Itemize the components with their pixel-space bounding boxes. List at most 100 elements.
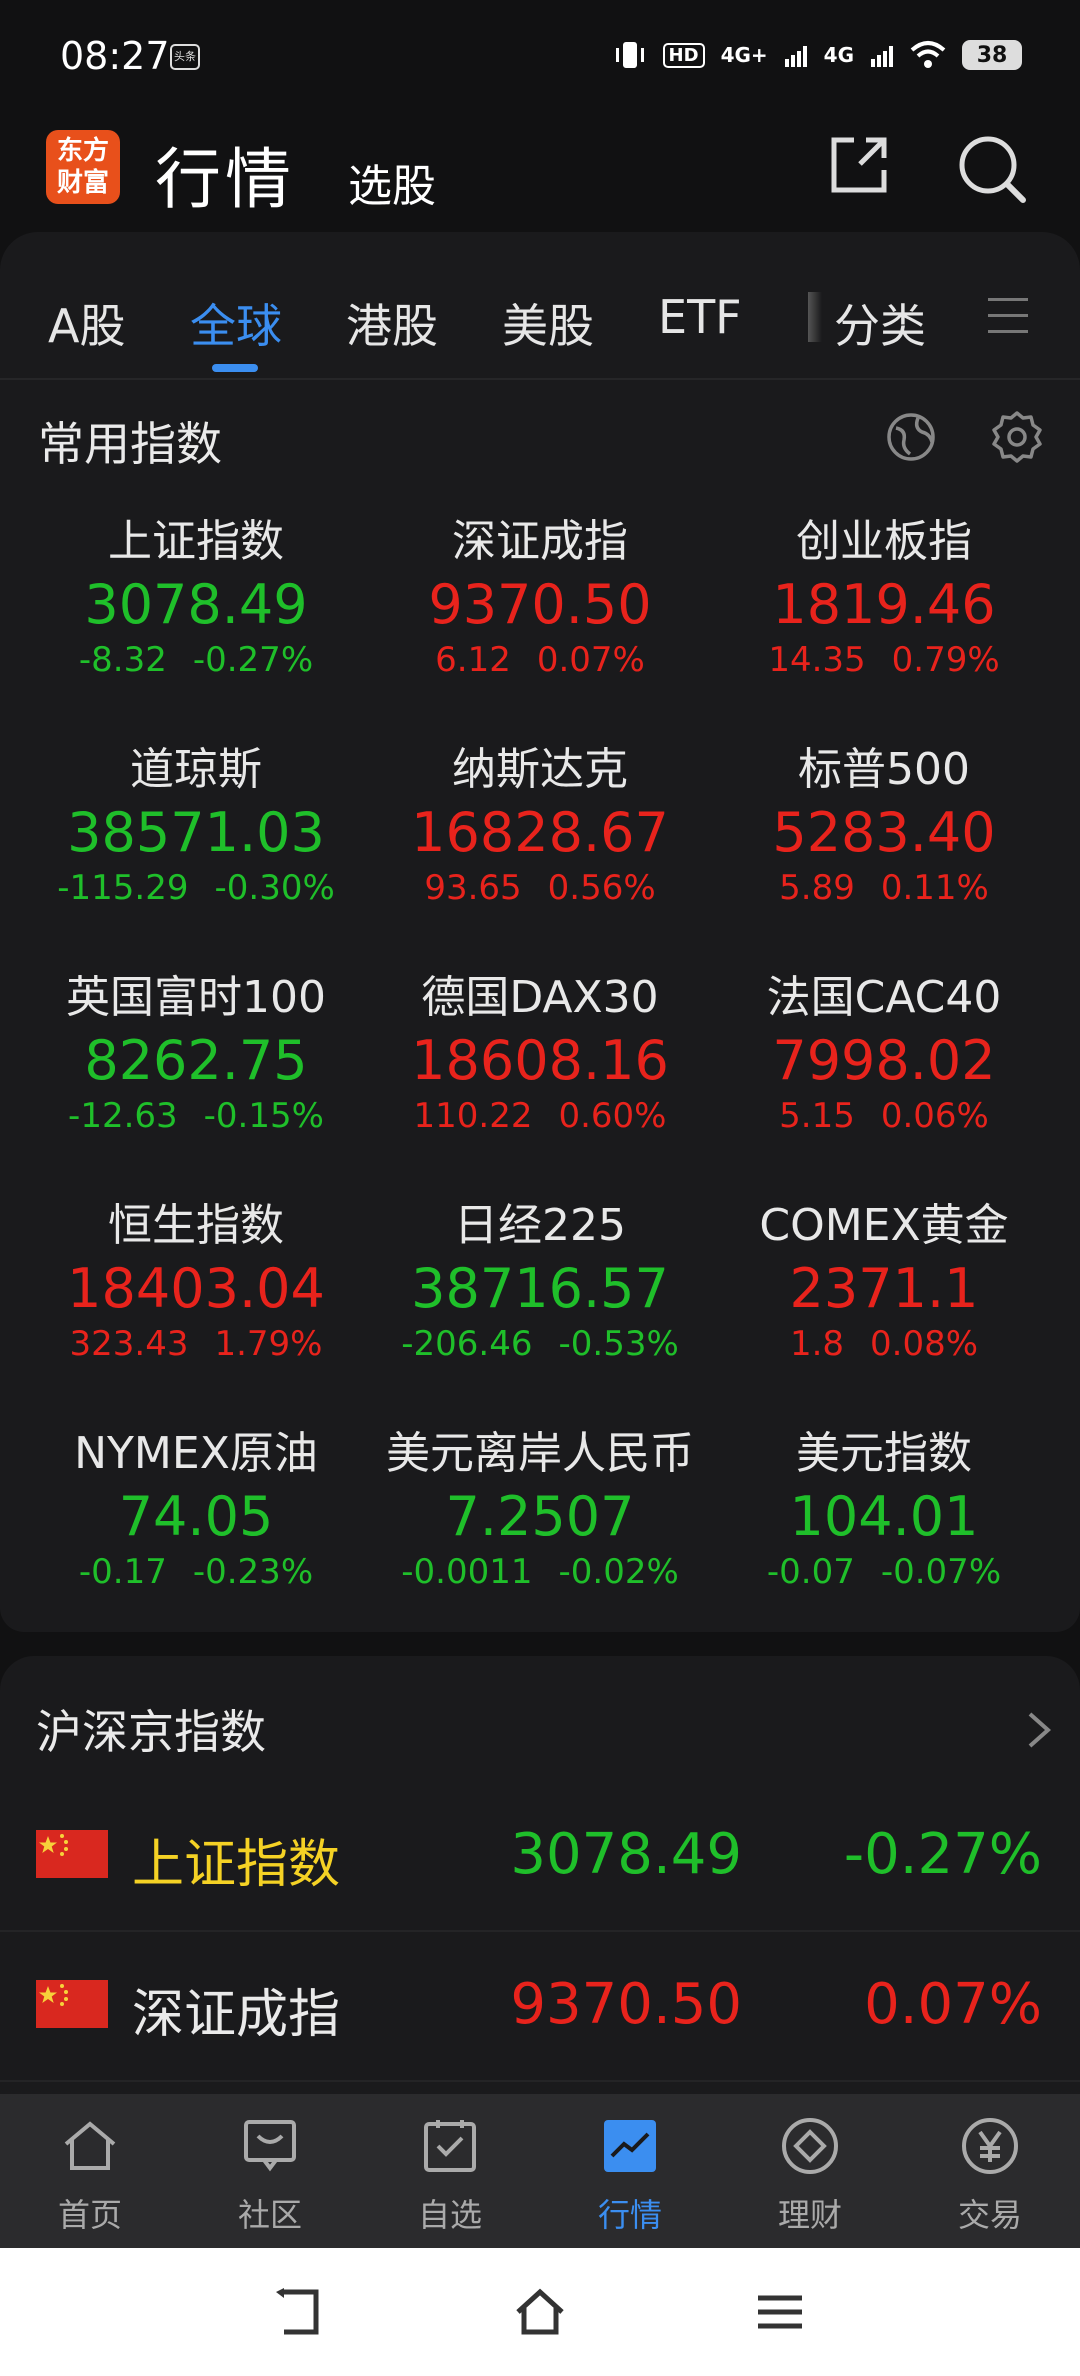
index-name: 美元离岸人民币 xyxy=(386,1428,694,1479)
index-cell[interactable]: 德国DAX30 18608.16 110.22 0.60% xyxy=(368,968,712,1138)
hd-icon: HD xyxy=(662,42,705,68)
index-change-value: 6.12 xyxy=(435,640,511,680)
index-change: -0.07 -0.07% xyxy=(712,1550,1056,1594)
home-nav-icon[interactable] xyxy=(512,2284,568,2340)
tab-overflow-fade xyxy=(808,292,822,342)
market-tabs: A股 全球 港股 美股 ETF 分类 xyxy=(0,232,1080,380)
nav-item-3[interactable]: 行情 xyxy=(540,2094,720,2248)
battery-icon: 38 xyxy=(962,40,1022,70)
nav-label: 理财 xyxy=(777,2196,842,2234)
index-change-value: -8.32 xyxy=(78,640,167,680)
index-change: -12.63 -0.15% xyxy=(24,1094,368,1138)
back-icon[interactable] xyxy=(272,2284,328,2340)
index-change-value: -0.07 xyxy=(766,1552,855,1592)
index-cell[interactable]: 英国富时100 8262.75 -12.63 -0.15% xyxy=(24,968,368,1138)
index-price: 8262.75 xyxy=(84,1029,308,1092)
nav-label: 首页 xyxy=(57,2196,122,2234)
index-cell[interactable]: 上证指数 3078.49 -8.32 -0.27% xyxy=(24,512,368,682)
tab-us-stocks[interactable]: 美股 xyxy=(502,290,594,356)
index-name: 上证指数 xyxy=(108,516,284,567)
recents-icon[interactable] xyxy=(752,2284,808,2340)
index-name: 美元指数 xyxy=(796,1428,972,1479)
index-change-value: 1.8 xyxy=(789,1324,845,1364)
nav-label: 交易 xyxy=(957,2196,1022,2234)
menu-icon[interactable] xyxy=(988,298,1028,338)
index-price: 18403.04 xyxy=(67,1257,325,1320)
index-cell[interactable]: COMEX黄金 2371.1 1.8 0.08% xyxy=(712,1196,1056,1366)
index-change-value: 323.43 xyxy=(69,1324,189,1364)
tab-global[interactable]: 全球 xyxy=(190,290,282,356)
nav-item-5[interactable]: 交易 xyxy=(900,2094,1080,2248)
home-icon xyxy=(64,2121,116,2170)
index-cell[interactable]: 恒生指数 18403.04 323.43 1.79% xyxy=(24,1196,368,1366)
index-change-pct: 0.79% xyxy=(891,640,1000,680)
table-row[interactable]: 深证成指 9370.50 0.07% xyxy=(0,1932,1080,2082)
index-change-value: 110.22 xyxy=(413,1096,533,1136)
index-cell[interactable]: 标普500 5283.40 5.89 0.11% xyxy=(712,740,1056,910)
index-cell[interactable]: 深证成指 9370.50 6.12 0.07% xyxy=(368,512,712,682)
index-change-value: -0.17 xyxy=(78,1552,167,1592)
index-cell[interactable]: 日经225 38716.57 -206.46 -0.53% xyxy=(368,1196,712,1366)
index-name: 法国CAC40 xyxy=(766,972,1002,1023)
logo-line1: 东方 xyxy=(56,136,109,166)
index-change: 5.15 0.06% xyxy=(712,1094,1056,1138)
bottom-nav: 首页 社区 自选 行情 理财 交易 xyxy=(0,2094,1080,2248)
index-cell[interactable]: 法国CAC40 7998.02 5.15 0.06% xyxy=(712,968,1056,1138)
active-tab-indicator xyxy=(212,364,258,372)
chevron-right-icon[interactable] xyxy=(1024,1708,1054,1752)
logo-line2: 财富 xyxy=(56,168,109,198)
index-change-pct: -0.23% xyxy=(192,1552,314,1592)
section-title-hsj: 沪深京指数 xyxy=(36,1705,266,1759)
index-name: 道琼斯 xyxy=(130,744,262,795)
row-price: 3078.49 xyxy=(510,1822,742,1887)
tab-hk-stocks[interactable]: 港股 xyxy=(346,290,438,356)
index-change-value: -206.46 xyxy=(401,1324,533,1364)
index-change-value: 5.15 xyxy=(779,1096,855,1136)
stock-picker-link[interactable]: 选股 xyxy=(348,150,436,214)
index-price: 7.2507 xyxy=(445,1485,635,1548)
index-cell[interactable]: 创业板指 1819.46 14.35 0.79% xyxy=(712,512,1056,682)
row-name: 上证指数 xyxy=(132,1835,341,1895)
search-icon[interactable] xyxy=(955,132,1029,206)
index-cell[interactable]: 美元指数 104.01 -0.07 -0.07% xyxy=(712,1424,1056,1594)
table-row[interactable]: 上证指数 3078.49 -0.27% xyxy=(0,1782,1080,1932)
index-price: 7998.02 xyxy=(772,1029,996,1092)
index-change: -8.32 -0.27% xyxy=(24,638,368,682)
index-cell[interactable]: 纳斯达克 16828.67 93.65 0.56% xyxy=(368,740,712,910)
gear-icon[interactable] xyxy=(990,410,1044,464)
index-change: 323.43 1.79% xyxy=(24,1322,368,1366)
nav-item-2[interactable]: 自选 xyxy=(360,2094,540,2248)
index-cell[interactable]: NYMEX原油 74.05 -0.17 -0.23% xyxy=(24,1424,368,1594)
nav-label: 社区 xyxy=(237,2196,302,2234)
index-change-pct: -0.15% xyxy=(203,1096,324,1136)
index-change: -206.46 -0.53% xyxy=(368,1322,712,1366)
index-change: 6.12 0.07% xyxy=(368,638,712,682)
nav-item-1[interactable]: 社区 xyxy=(180,2094,360,2248)
index-cell[interactable]: 道琼斯 38571.03 -115.29 -0.30% xyxy=(24,740,368,910)
index-price: 16828.67 xyxy=(411,801,669,864)
market-panel: A股 全球 港股 美股 ETF 分类 常用指数 上证指数 3078.49 -8.32… xyxy=(0,232,1080,1632)
index-change-pct: 1.79% xyxy=(214,1324,323,1364)
globe-icon[interactable] xyxy=(884,410,938,464)
nav-label: 自选 xyxy=(417,2196,482,2234)
index-change-pct: 0.11% xyxy=(880,868,989,908)
nav-label: 行情 xyxy=(597,2196,662,2234)
signal-bars-icon xyxy=(784,46,807,67)
tab-etf[interactable]: ETF xyxy=(658,290,742,344)
signal-4g-plus-icon: 4G+ xyxy=(720,43,768,67)
share-icon[interactable] xyxy=(826,132,892,198)
nav-item-0[interactable]: 首页 xyxy=(0,2094,180,2248)
yen-icon xyxy=(962,2118,1018,2174)
index-change-value: 93.65 xyxy=(424,868,522,908)
nav-item-4[interactable]: 理财 xyxy=(720,2094,900,2248)
diamond-icon xyxy=(782,2118,838,2174)
index-change-pct: 0.08% xyxy=(870,1324,979,1364)
index-cell[interactable]: 美元离岸人民币 7.2507 -0.0011 -0.02% xyxy=(368,1424,712,1594)
tab-a-shares[interactable]: A股 xyxy=(48,290,125,356)
index-change-pct: -0.02% xyxy=(558,1552,679,1592)
index-name: 标普500 xyxy=(798,744,970,795)
index-change: 1.8 0.08% xyxy=(712,1322,1056,1366)
tab-category[interactable]: 分类 xyxy=(834,290,926,356)
index-price: 74.05 xyxy=(118,1485,274,1548)
app-logo[interactable]: 东方 财富 xyxy=(46,130,120,204)
